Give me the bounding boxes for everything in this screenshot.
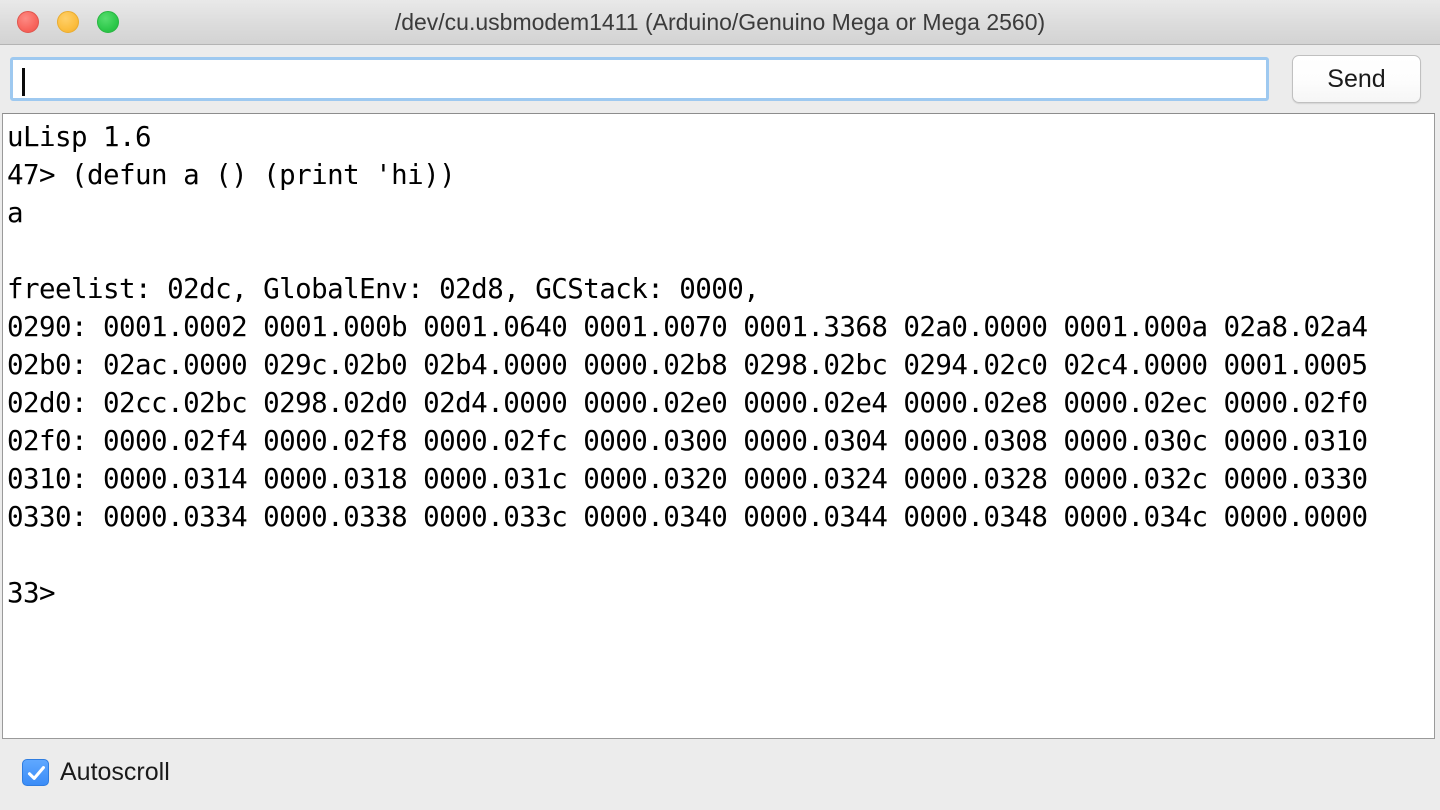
command-input[interactable] [13, 60, 1266, 98]
command-input-wrapper[interactable] [10, 57, 1269, 101]
serial-monitor-window: /dev/cu.usbmodem1411 (Arduino/Genuino Me… [0, 0, 1440, 810]
text-caret [22, 68, 25, 96]
check-icon [27, 766, 45, 780]
send-button[interactable]: Send [1292, 55, 1421, 103]
autoscroll-toggle[interactable]: Autoscroll [22, 758, 170, 787]
console-text: uLisp 1.6 47> (defun a () (print 'hi)) a… [7, 121, 1368, 609]
autoscroll-label: Autoscroll [60, 758, 170, 786]
status-bar: Autoscroll Carriage return 9600 baud [0, 740, 1440, 810]
title-bar: /dev/cu.usbmodem1411 (Arduino/Genuino Me… [0, 0, 1440, 45]
window-title: /dev/cu.usbmodem1411 (Arduino/Genuino Me… [394, 9, 1046, 35]
autoscroll-checkbox[interactable] [22, 759, 49, 786]
console-output-area[interactable]: uLisp 1.6 47> (defun a () (print 'hi)) a… [2, 113, 1435, 739]
command-toolbar: Send [0, 45, 1440, 113]
